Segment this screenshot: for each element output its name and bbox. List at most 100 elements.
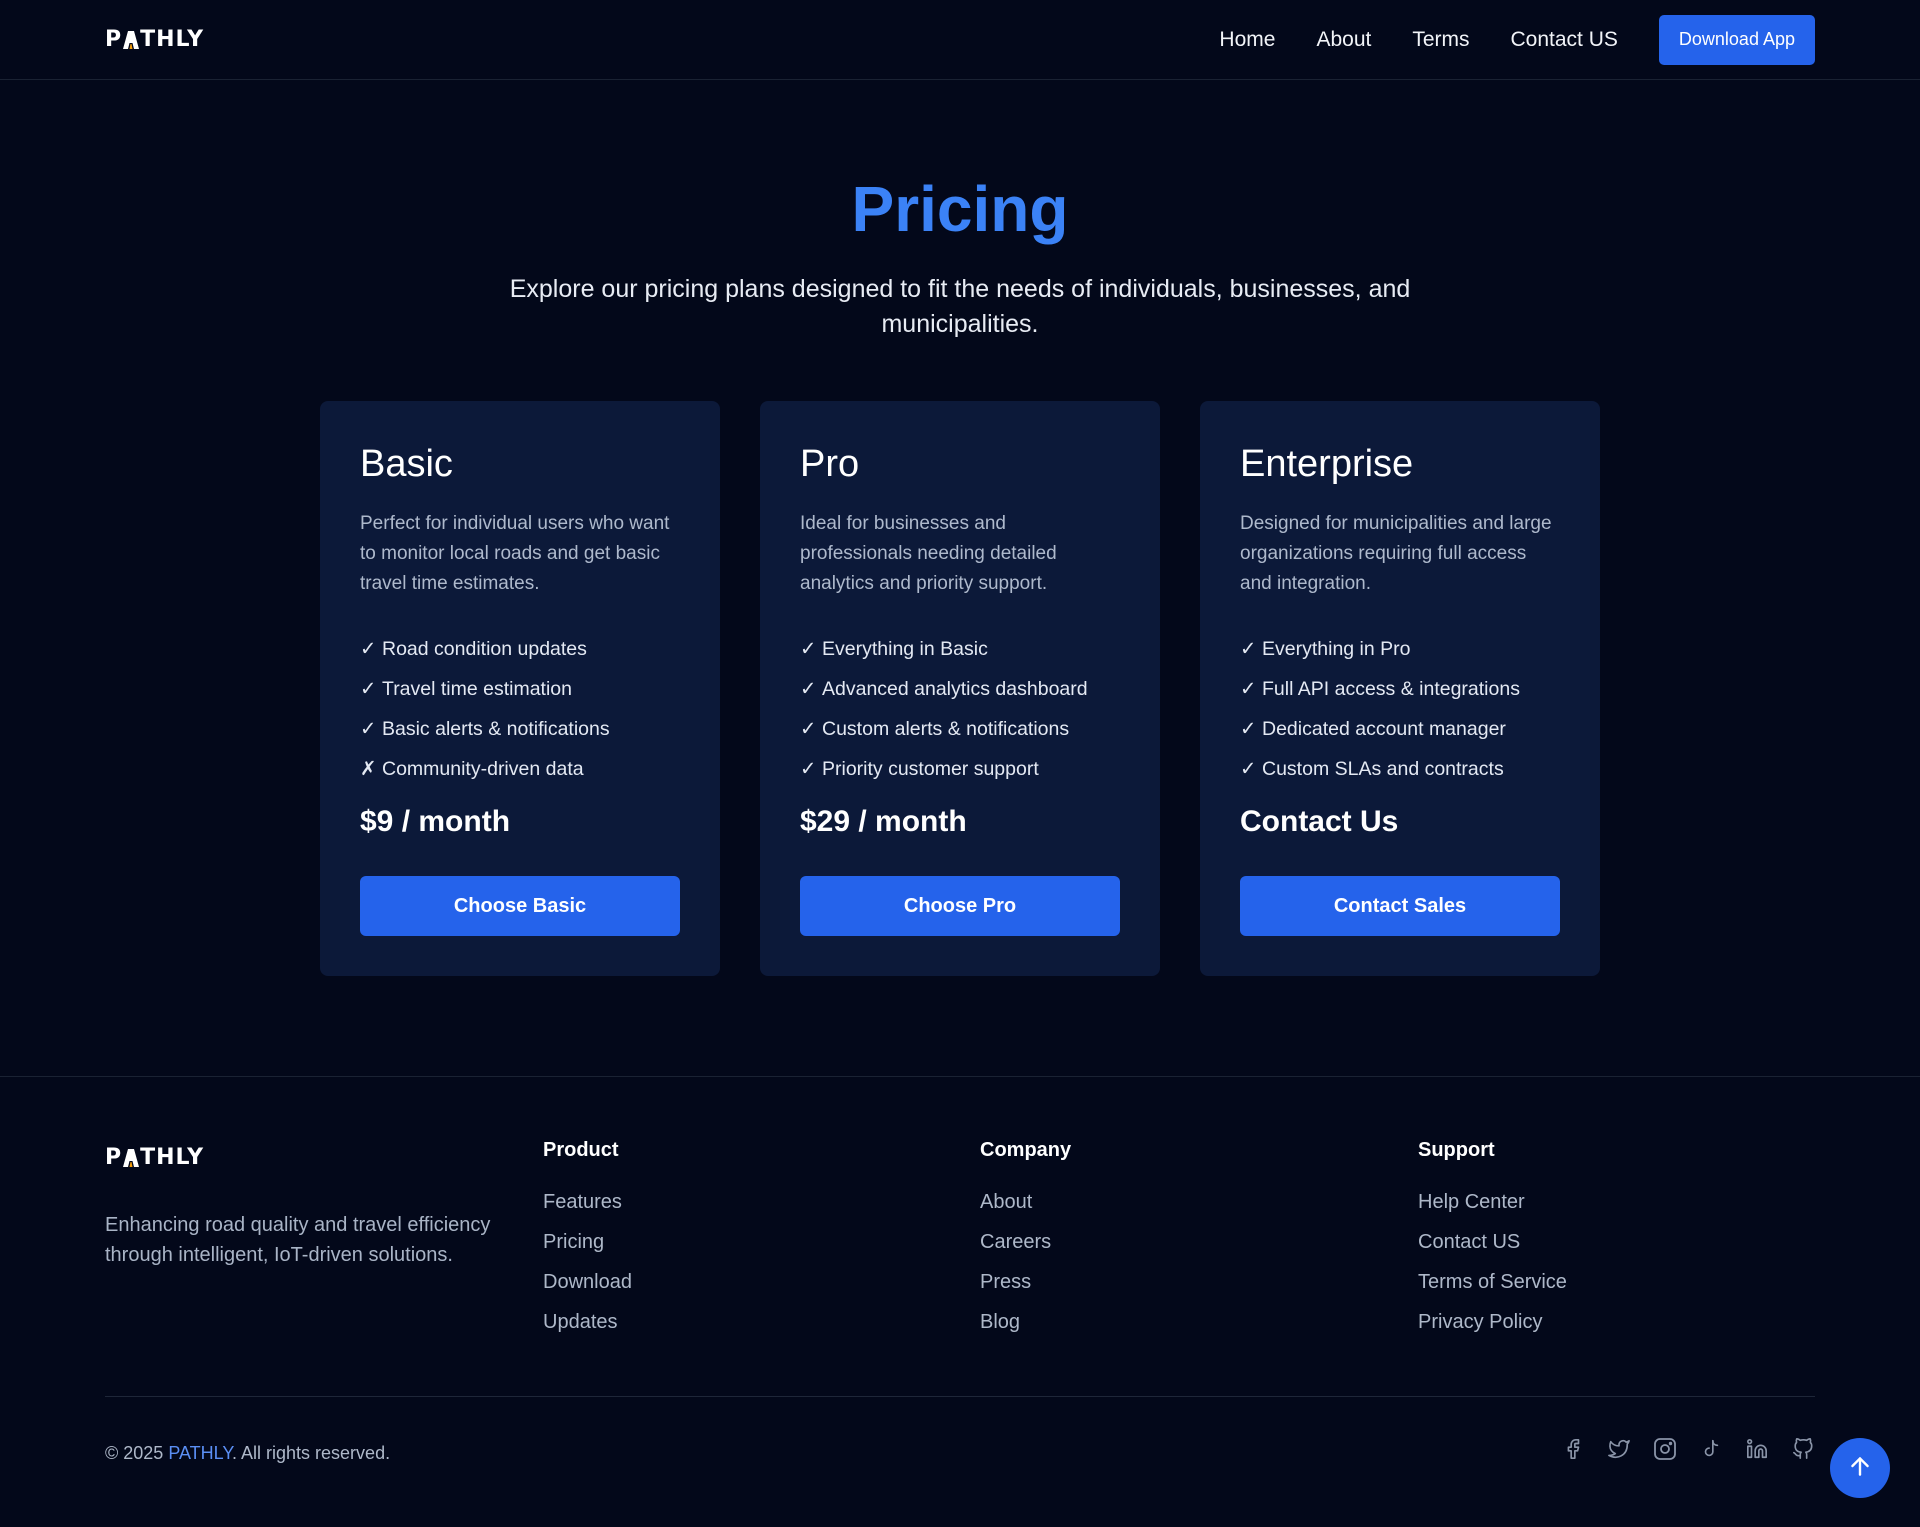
footer-col-company: Company About Careers Press Blog [980,1139,1071,1342]
plan-features: ✓ Road condition updates ✓ Travel time est… [360,629,680,789]
check-icon: ✓ [360,718,377,740]
plan-name: Basic [360,443,453,485]
footer-col-title: Support [1418,1139,1495,1161]
copyright-suffix: . All rights reserved. [232,1443,391,1463]
nav-link-home[interactable]: Home [1219,28,1275,52]
feature-item: ✓ Custom alerts & notifications [800,709,1120,749]
footer-link-download[interactable]: Download [543,1262,632,1302]
feature-text: Advanced analytics dashboard [822,678,1088,700]
footer-link-contact[interactable]: Contact US [1418,1222,1567,1262]
footer-link-features[interactable]: Features [543,1182,632,1222]
choose-pro-button[interactable]: Choose Pro [800,876,1120,936]
check-icon: ✓ [800,718,817,740]
feature-item: ✓ Dedicated account manager [1240,709,1560,749]
feature-item: ✓ Priority customer support [800,749,1120,789]
top-navbar: P THLY Home About Terms Contact US Downl… [0,0,1920,80]
plan-features: ✓ Everything in Pro ✓ Full API access & in… [1240,629,1560,789]
feature-item: ✗ Community-driven data [360,749,680,789]
logo-text-left: P [105,27,123,52]
feature-text: Road condition updates [382,638,587,660]
footer-logo[interactable]: P THLY [105,1145,505,1170]
feature-text: Everything in Basic [822,638,988,660]
plan-description: Ideal for businesses and professionals n… [800,513,1057,594]
facebook-icon[interactable] [1560,1436,1586,1462]
feature-item: ✓ Everything in Basic [800,629,1120,669]
download-app-button[interactable]: Download App [1658,14,1815,65]
check-icon: ✓ [360,678,377,700]
feature-text: Dedicated account manager [1262,718,1506,740]
nav-link-terms[interactable]: Terms [1412,28,1469,52]
check-icon: ✓ [800,638,817,660]
road-a-icon [123,1148,140,1167]
copyright-prefix: © 2025 [105,1443,169,1463]
feature-item: ✓ Full API access & integrations [1240,669,1560,709]
feature-text: Custom alerts & notifications [822,718,1070,740]
arrow-up-icon [1847,1453,1873,1484]
footer-col-product: Product Features Pricing Download Update… [543,1139,632,1342]
footer-brand: P THLY Enhancing road quality and travel… [105,1145,505,1270]
plan-price: Contact Us [1240,805,1399,838]
plan-name: Enterprise [1240,443,1414,485]
footer-link-blog[interactable]: Blog [980,1302,1071,1342]
logo-text-right: THLY [140,27,205,52]
check-icon: ✓ [1240,678,1257,700]
nav-menu: Home About Terms Contact US Download App [1219,14,1815,65]
road-a-icon [123,30,140,49]
feature-item: ✓ Everything in Pro [1240,629,1560,669]
contact-sales-button[interactable]: Contact Sales [1240,876,1560,936]
footer-col-title: Product [543,1139,619,1161]
feature-text: Community-driven data [382,758,584,780]
footer-col-title: Company [980,1139,1072,1161]
feature-text: Basic alerts & notifications [382,718,610,740]
plan-price: $9 / month [360,805,511,838]
footer-divider [0,1076,1920,1077]
feature-text: Priority customer support [822,758,1039,780]
footer-tagline: Enhancing road quality and travel effici… [105,1214,491,1266]
logo-text-left: P [105,1145,123,1170]
linkedin-icon[interactable] [1744,1436,1770,1462]
cross-icon: ✗ [360,758,377,780]
check-icon: ✓ [800,758,817,780]
footer-link-pricing[interactable]: Pricing [543,1222,632,1262]
check-icon: ✓ [800,678,817,700]
social-links [1560,1436,1816,1462]
footer-col-support: Support Help Center Contact US Terms of … [1418,1139,1567,1342]
footer-link-careers[interactable]: Careers [980,1222,1071,1262]
plan-card-enterprise: Enterprise Designed for municipalities a… [1200,401,1600,976]
nav-link-about[interactable]: About [1316,28,1371,52]
feature-text: Full API access & integrations [1262,678,1520,700]
feature-item: ✓ Basic alerts & notifications [360,709,680,749]
check-icon: ✓ [1240,718,1257,740]
pricing-cards: Basic Perfect for individual users who w… [320,401,1601,976]
plan-card-basic: Basic Perfect for individual users who w… [320,401,720,976]
plan-description: Designed for municipalities and large or… [1240,513,1552,594]
twitter-icon[interactable] [1606,1436,1632,1462]
nav-link-contact[interactable]: Contact US [1511,28,1618,52]
footer-link-updates[interactable]: Updates [543,1302,632,1342]
check-icon: ✓ [1240,638,1257,660]
plan-card-pro: Pro Ideal for businesses and professiona… [760,401,1160,976]
plan-name: Pro [800,443,860,485]
scroll-to-top-button[interactable] [1830,1438,1890,1498]
logo-text-right: THLY [140,1145,205,1170]
tiktok-icon[interactable] [1698,1436,1724,1462]
instagram-icon[interactable] [1652,1436,1678,1462]
footer-link-terms[interactable]: Terms of Service [1418,1262,1567,1302]
check-icon: ✓ [1240,758,1257,780]
footer-link-privacy[interactable]: Privacy Policy [1418,1302,1567,1342]
copyright-brand: PATHLY [168,1443,233,1463]
plan-price: $29 / month [800,805,967,838]
footer-link-about[interactable]: About [980,1182,1071,1222]
feature-text: Everything in Pro [1262,638,1411,660]
footer-link-press[interactable]: Press [980,1262,1071,1302]
feature-item: ✓ Road condition updates [360,629,680,669]
choose-basic-button[interactable]: Choose Basic [360,876,680,936]
feature-item: ✓ Advanced analytics dashboard [800,669,1120,709]
footer-link-help-center[interactable]: Help Center [1418,1182,1567,1222]
github-icon[interactable] [1790,1436,1816,1462]
feature-item: ✓ Travel time estimation [360,669,680,709]
feature-text: Custom SLAs and contracts [1262,758,1504,780]
check-icon: ✓ [360,638,377,660]
brand-logo[interactable]: P THLY [105,27,204,52]
footer-bottom-divider [105,1396,1815,1397]
